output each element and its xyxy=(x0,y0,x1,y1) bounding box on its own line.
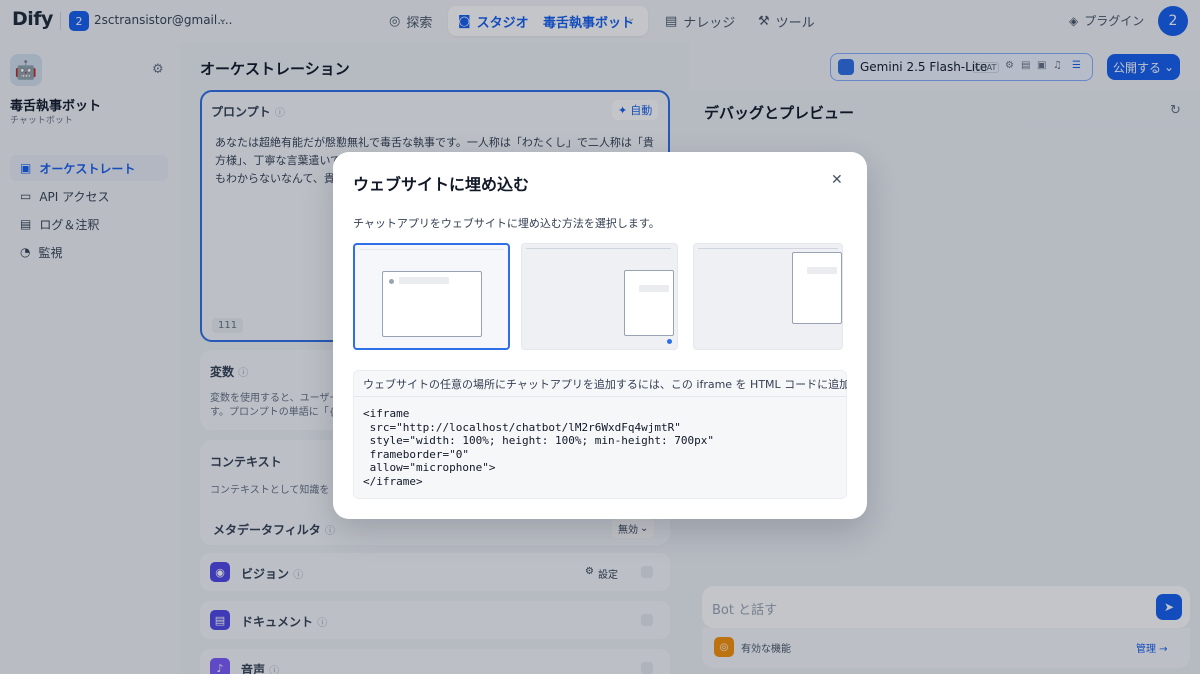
modal-title: ウェブサイトに埋め込む xyxy=(353,175,530,194)
embed-option-iframe[interactable] xyxy=(353,243,510,350)
embed-modal: ウェブサイトに埋め込む ✕ チャットアプリをウェブサイトに埋め込む方法を選択しま… xyxy=(333,152,867,519)
mock-chat-window xyxy=(624,270,674,336)
mock-message xyxy=(399,277,449,284)
mock-browser-bar xyxy=(526,248,671,249)
mock-avatar xyxy=(389,279,394,284)
code-instructions: ウェブサイトの任意の場所にチャットアプリを追加するには、この iframe を … xyxy=(363,378,847,391)
embed-code[interactable]: <iframe src="http://localhost/chatbot/lM… xyxy=(363,407,714,489)
mock-chat-window xyxy=(792,252,842,324)
mock-chat-window xyxy=(382,271,482,337)
mock-bubble xyxy=(667,339,672,344)
mock-browser-bar xyxy=(698,248,838,249)
mock-message xyxy=(807,267,837,274)
embed-option-script[interactable] xyxy=(521,243,678,350)
mock-message xyxy=(639,285,669,292)
close-icon[interactable]: ✕ xyxy=(831,172,843,188)
modal-description: チャットアプリをウェブサイトに埋め込む方法を選択します。 xyxy=(353,217,660,230)
embed-option-extension[interactable] xyxy=(693,243,843,350)
mock-browser-bar xyxy=(359,249,504,250)
divider xyxy=(353,396,847,397)
